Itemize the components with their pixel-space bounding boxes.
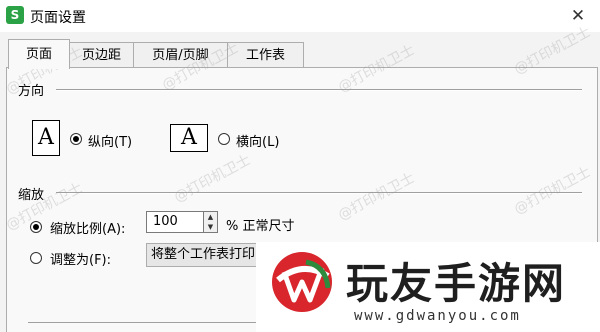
scale-label[interactable]: 缩放比例(A):: [50, 218, 125, 237]
scale-spinner[interactable]: ▲ ▼: [204, 211, 218, 233]
tab-page[interactable]: 页面: [8, 39, 70, 69]
fit-to-label[interactable]: 调整为(F):: [50, 249, 111, 268]
site-logo-overlay: 玩友手游网 www.gdwanyou.com: [256, 242, 600, 332]
scaling-divider: [56, 192, 582, 194]
scale-radio[interactable]: [30, 221, 42, 233]
scale-unit-label: % 正常尺寸: [226, 219, 295, 234]
tab-sheet[interactable]: 工作表: [227, 42, 304, 68]
portrait-radio[interactable]: [70, 133, 82, 145]
title-bar: S 页面设置 ✕: [0, 0, 600, 32]
orientation-divider: [56, 89, 582, 91]
tab-header-footer[interactable]: 页眉/页脚: [133, 42, 228, 68]
scaling-group-label: 缩放: [18, 188, 45, 203]
orientation-group-label: 方向: [18, 84, 45, 99]
site-logo-url: www.gdwanyou.com: [354, 308, 521, 324]
wps-spreadsheet-icon: S: [6, 6, 24, 24]
page-setup-dialog: S 页面设置 ✕ 页面 页边距 页眉/页脚 工作表 方向 A 纵向(T) A 横…: [0, 0, 600, 332]
bottom-divider: [28, 322, 268, 323]
fit-to-radio[interactable]: [30, 252, 42, 264]
dialog-title: 页面设置: [30, 10, 86, 26]
landscape-label[interactable]: 横向(L): [236, 131, 279, 150]
tab-margins[interactable]: 页边距: [69, 42, 134, 68]
landscape-page-icon: A: [170, 124, 208, 152]
close-button[interactable]: ✕: [560, 2, 596, 30]
site-logo-icon: [272, 252, 332, 312]
scale-percent-input[interactable]: 100: [146, 211, 204, 233]
portrait-label[interactable]: 纵向(T): [88, 131, 132, 150]
spin-up-icon[interactable]: ▲: [204, 212, 217, 222]
spin-down-icon[interactable]: ▼: [204, 222, 217, 232]
site-logo-name: 玩友手游网: [346, 259, 567, 308]
landscape-radio[interactable]: [218, 133, 230, 145]
portrait-page-icon: A: [32, 120, 60, 156]
